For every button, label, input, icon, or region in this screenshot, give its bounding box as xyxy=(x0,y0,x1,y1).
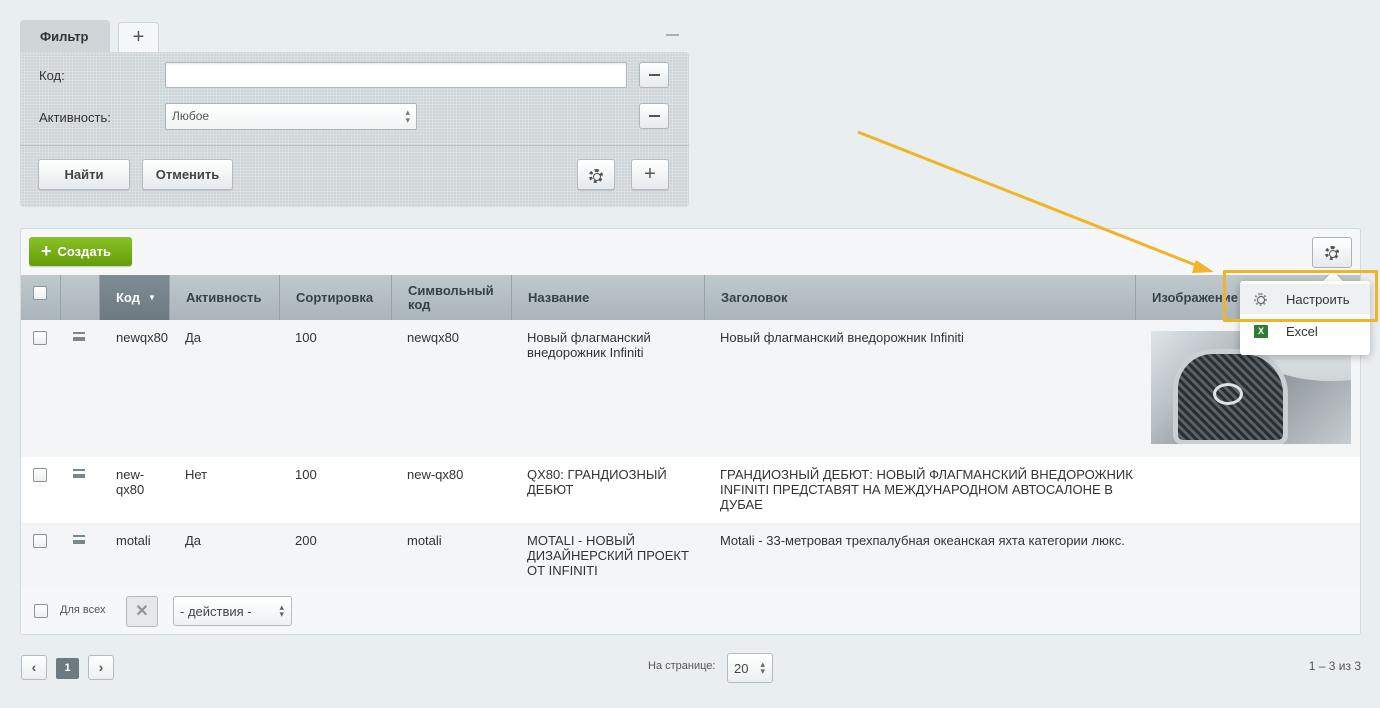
annotation-arrow xyxy=(857,130,1214,273)
per-page-label: На странице: xyxy=(648,660,716,672)
total-count: 1 – 3 из 3 xyxy=(1308,659,1361,673)
per-page-value: 20 xyxy=(734,661,749,676)
next-page-button[interactable]: › xyxy=(88,655,114,680)
per-page-select[interactable]: 20 ▴ ▾ xyxy=(727,653,773,683)
select-arrows-icon: ▴ ▾ xyxy=(760,659,765,676)
chevron-right-icon: › xyxy=(98,659,104,675)
annotation-arrow-head xyxy=(1192,260,1214,273)
annotation-arrow-line xyxy=(857,130,1204,270)
chevron-left-icon: ‹ xyxy=(31,659,37,675)
prev-page-button[interactable]: ‹ xyxy=(21,655,47,680)
page-1-button[interactable]: 1 xyxy=(56,658,79,679)
